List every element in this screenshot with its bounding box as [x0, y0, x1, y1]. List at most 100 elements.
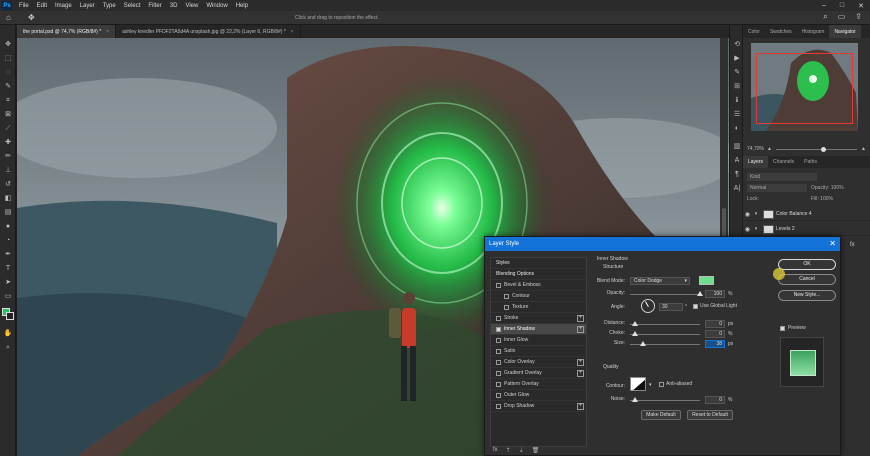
menu-help[interactable]: Help — [232, 3, 252, 9]
home-icon[interactable]: ⌂ — [6, 13, 11, 22]
fx-icon[interactable]: fx — [493, 447, 498, 454]
layer-blend-mode-select[interactable]: Normal — [747, 184, 807, 192]
add-icon[interactable]: + — [577, 315, 584, 322]
move-tool-icon[interactable]: ✥ — [28, 13, 35, 22]
layer-mask-thumbnail[interactable] — [763, 224, 774, 234]
menu-layer[interactable]: Layer — [76, 3, 99, 9]
shadow-color-swatch[interactable] — [699, 276, 714, 285]
anti-aliased-checkbox[interactable]: Anti-aliased — [659, 381, 692, 387]
tab-histogram[interactable]: Histogram — [797, 25, 830, 38]
angle-input[interactable]: 30 — [659, 303, 683, 311]
checkbox-box[interactable] — [496, 381, 501, 387]
navigator-thumbnail[interactable] — [751, 43, 858, 131]
style-item-contour[interactable]: Contour — [491, 291, 586, 302]
quick-select-tool-icon[interactable]: ✎ — [3, 83, 13, 91]
menu-filter[interactable]: Filter — [144, 3, 165, 9]
clone-source-icon[interactable]: ⊞ — [733, 83, 741, 91]
type-tool-icon[interactable]: T — [3, 265, 13, 273]
clone-stamp-tool-icon[interactable]: ⊥ — [3, 167, 13, 175]
style-item-bevel-emboss[interactable]: Bevel & Emboss — [491, 280, 586, 291]
checkbox-box[interactable] — [496, 370, 501, 376]
opacity-slider[interactable] — [630, 291, 703, 296]
frame-tool-icon[interactable]: ⊠ — [3, 111, 13, 119]
eye-icon[interactable]: ◉ — [743, 226, 752, 233]
menu-3d[interactable]: 3D — [166, 3, 182, 9]
menu-file[interactable]: File — [15, 3, 33, 9]
checkbox-box[interactable] — [496, 337, 501, 343]
hand-tool-icon[interactable]: ✋ — [3, 330, 13, 338]
paragraph-icon[interactable]: ¶ — [733, 171, 741, 179]
menu-window[interactable]: Window — [202, 3, 231, 9]
history-brush-tool-icon[interactable]: ↺ — [3, 181, 13, 189]
contour-picker[interactable] — [630, 377, 646, 391]
path-select-tool-icon[interactable]: ➤ — [3, 279, 13, 287]
adjustments-icon[interactable]: ◐ — [733, 125, 741, 133]
brush-tool-icon[interactable]: ✏ — [3, 153, 13, 161]
style-item-outer-glow[interactable]: Outer Glow — [491, 390, 586, 401]
style-item-texture[interactable]: Texture — [491, 302, 586, 313]
angle-dial[interactable] — [641, 299, 655, 313]
distance-slider-knob[interactable] — [632, 321, 638, 326]
checkbox-box[interactable] — [496, 392, 501, 398]
eraser-tool-icon[interactable]: ◧ — [3, 195, 13, 203]
close-icon[interactable]: × — [106, 29, 109, 35]
close-icon[interactable]: × — [291, 29, 294, 35]
eye-icon[interactable]: ◉ — [743, 211, 752, 218]
noise-slider[interactable] — [630, 397, 700, 402]
share-icon[interactable]: ⇪ — [855, 12, 862, 22]
libraries-icon[interactable]: ▥ — [733, 143, 741, 151]
tab-color[interactable]: Color — [743, 25, 765, 38]
checkbox-box[interactable] — [693, 303, 698, 309]
layer-row[interactable]: ◉ ◐ Levels 2 — [743, 223, 870, 236]
rectangle-tool-icon[interactable]: ▭ — [3, 293, 13, 301]
document-tab[interactable]: the portal.psd @ 74,7% (RGB/8#) * × — [17, 25, 117, 38]
style-item-inner-glow[interactable]: Inner Glow — [491, 335, 586, 346]
delete-icon[interactable]: 🗑 — [532, 447, 540, 454]
fill-label[interactable]: Fill: 100% — [811, 195, 833, 203]
document-tab[interactable]: ashley knedler PFDF2TA5d4A unsplash.jpg … — [116, 25, 301, 38]
menu-image[interactable]: Image — [51, 3, 76, 9]
add-icon[interactable]: + — [577, 326, 584, 333]
blending-options-item[interactable]: Blending Options — [491, 269, 586, 280]
size-slider[interactable] — [630, 341, 700, 346]
noise-input[interactable]: 0 — [705, 396, 725, 404]
add-icon[interactable]: + — [577, 370, 584, 377]
checkbox-box[interactable] — [496, 282, 501, 288]
cancel-button[interactable]: Cancel — [778, 274, 836, 285]
checkbox-box[interactable] — [780, 325, 785, 331]
reset-to-default-button[interactable]: Reset to Default — [687, 410, 733, 420]
search-icon[interactable]: ⌕ — [823, 12, 827, 22]
zoom-out-icon[interactable]: ▲ — [767, 146, 772, 152]
zoom-in-icon[interactable]: ▲ — [861, 146, 866, 152]
menu-edit[interactable]: Edit — [33, 3, 51, 9]
checkbox-box[interactable] — [504, 304, 509, 310]
distance-slider[interactable] — [630, 321, 700, 326]
ok-button[interactable]: OK — [778, 259, 836, 270]
navigator-view-rect[interactable] — [756, 53, 853, 124]
tab-layers[interactable]: Layers — [743, 156, 769, 168]
dodge-tool-icon[interactable]: ◔ — [3, 237, 13, 245]
style-item-stroke[interactable]: Stroke + — [491, 313, 586, 324]
zoom-tool-icon[interactable]: ⌕ — [3, 344, 13, 352]
opacity-input[interactable]: 100 — [705, 290, 725, 298]
size-input[interactable]: 38 — [705, 340, 725, 348]
workspace-icon[interactable]: ▭ — [838, 12, 846, 22]
tab-navigator[interactable]: Navigator — [829, 25, 861, 38]
properties-icon[interactable]: ☰ — [733, 111, 741, 119]
brush-settings-icon[interactable]: ✎ — [733, 69, 741, 77]
zoom-slider[interactable] — [775, 146, 858, 152]
preview-checkbox[interactable]: Preview — [780, 325, 806, 331]
style-item-color-overlay[interactable]: Color Overlay + — [491, 357, 586, 368]
add-icon[interactable]: + — [577, 359, 584, 366]
menu-select[interactable]: Select — [120, 3, 145, 9]
style-item-gradient-overlay[interactable]: Gradient Overlay + — [491, 368, 586, 379]
style-item-inner-shadow[interactable]: Inner Shadow + — [491, 324, 586, 335]
menu-view[interactable]: View — [181, 3, 202, 9]
history-icon[interactable]: ⟲ — [733, 41, 741, 49]
layer-filter-select[interactable]: Kind — [747, 173, 817, 181]
menu-type[interactable]: Type — [99, 3, 120, 9]
lasso-tool-icon[interactable]: ◌ — [3, 69, 13, 77]
checkbox-box[interactable] — [496, 403, 501, 409]
move-up-icon[interactable]: ⇡ — [506, 447, 511, 454]
play-icon[interactable]: ▶ — [733, 55, 741, 63]
